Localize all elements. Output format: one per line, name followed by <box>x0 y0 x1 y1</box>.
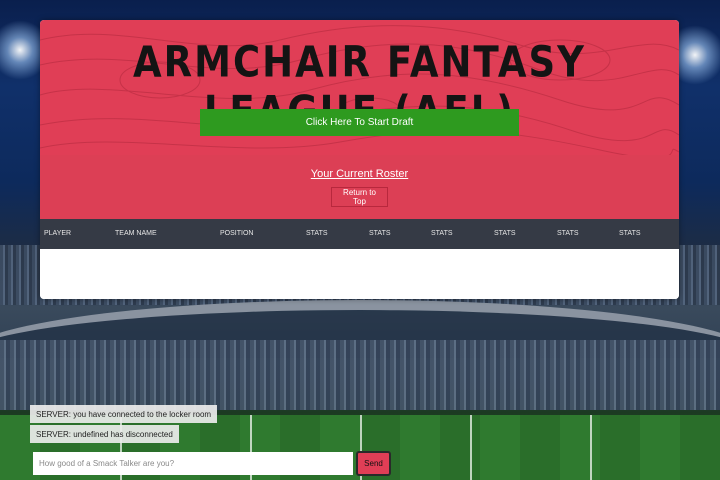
main-card: ARMCHAIR FANTASY LEAGUE (AFL) Click Here… <box>40 20 679 299</box>
roster-table-header: PLAYER TEAM NAME POSITION STATS STATS ST… <box>40 219 679 249</box>
start-draft-button[interactable]: Click Here To Start Draft <box>200 109 519 136</box>
column-header-stats: STATS <box>557 230 579 237</box>
header-banner: ARMCHAIR FANTASY LEAGUE (AFL) Click Here… <box>40 20 679 155</box>
chat-message: SERVER: undefined has disconnected <box>30 425 179 443</box>
column-header-stats: STATS <box>306 230 328 237</box>
column-header-stats: STATS <box>369 230 391 237</box>
roster-section: Your Current Roster Return to Top <box>40 155 679 219</box>
column-header-stats: STATS <box>494 230 516 237</box>
send-button[interactable]: Send <box>356 451 391 476</box>
current-roster-link[interactable]: Your Current Roster <box>311 168 408 180</box>
column-header-stats: STATS <box>619 230 641 237</box>
column-header-player: PLAYER <box>44 230 72 237</box>
column-header-position: POSITION <box>220 230 254 237</box>
chat-message: SERVER: you have connected to the locker… <box>30 405 218 423</box>
stadium-crowd-lower <box>0 340 720 410</box>
column-header-stats: STATS <box>431 230 453 237</box>
chat-input[interactable] <box>33 452 353 475</box>
roster-table-body <box>40 249 679 299</box>
column-header-team-name: TEAM NAME <box>115 230 157 237</box>
return-to-top-button[interactable]: Return to Top <box>331 187 388 207</box>
